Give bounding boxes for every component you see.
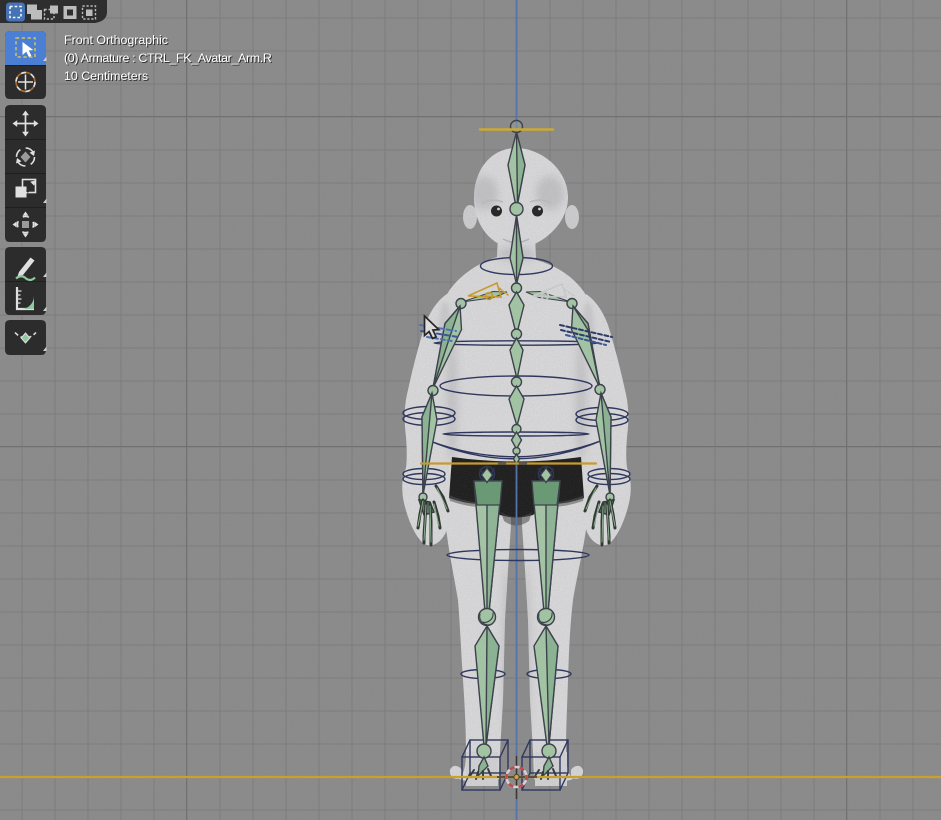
svg-text:Front Orthographic: Front Orthographic [64,33,168,47]
svg-text:(0) Armature : CTRL_FK_Avatar_: (0) Armature : CTRL_FK_Avatar_Arm.R [64,51,272,65]
svg-text:10 Centimeters: 10 Centimeters [64,69,148,83]
